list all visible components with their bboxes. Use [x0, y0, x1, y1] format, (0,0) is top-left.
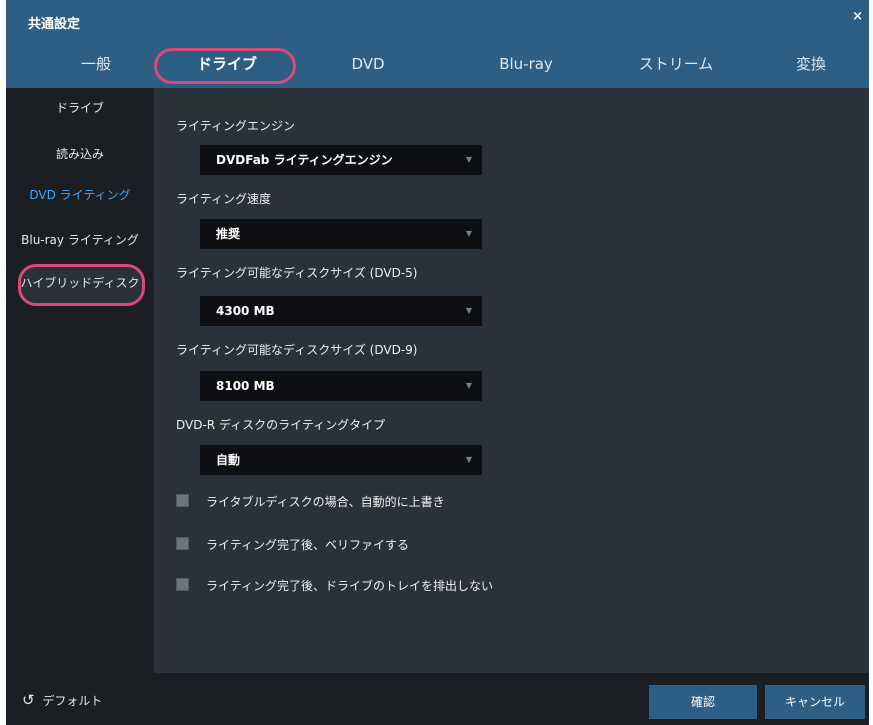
reset-default-button[interactable]: ↺ デフォルト — [22, 691, 102, 709]
tab-convert[interactable]: 変換 — [756, 40, 866, 88]
sidebar-item-reading[interactable]: 読み込み — [6, 134, 154, 174]
ok-button[interactable]: 確認 — [649, 685, 757, 719]
close-icon[interactable]: × — [852, 9, 863, 24]
engine-label: ライティングエンジン — [176, 119, 296, 133]
sidebar-item-bluray-writing[interactable]: Blu-ray ライティング — [6, 220, 154, 260]
tab-stream[interactable]: ストリーム — [606, 40, 746, 88]
dvd5-size-value: 4300 MB — [216, 304, 275, 318]
cancel-button[interactable]: キャンセル — [765, 685, 865, 719]
speed-select[interactable]: 推奨 ▼ — [200, 219, 482, 249]
verify-label: ライティング完了後、ベリファイする — [206, 538, 410, 552]
overwrite-checkbox[interactable] — [176, 494, 189, 507]
engine-value: DVDFab ライティングエンジン — [216, 153, 393, 167]
dialog-footer: ↺ デフォルト 確認 キャンセル — [6, 673, 869, 725]
dropdown-arrow-icon: ▼ — [465, 229, 472, 238]
sidebar: ドライブ 読み込み DVD ライティング Blu-ray ライティング ハイブリ… — [6, 88, 154, 673]
tab-general[interactable]: 一般 — [36, 40, 156, 88]
speed-label: ライティング速度 — [176, 192, 272, 206]
dropdown-arrow-icon: ▼ — [465, 155, 472, 164]
reset-icon: ↺ — [22, 691, 35, 709]
dvd9-size-value: 8100 MB — [216, 379, 275, 393]
no-eject-label: ライティング完了後、ドライブのトレイを排出しない — [206, 579, 494, 593]
sidebar-item-hybrid-disc[interactable]: ハイブリッドディスク — [6, 263, 154, 303]
dropdown-arrow-icon: ▼ — [465, 381, 472, 390]
settings-dialog: 共通設定 × 一般 ドライブ DVD Blu-ray ストリーム 変換 ドライブ… — [6, 0, 869, 725]
settings-panel: ライティングエンジン DVDFab ライティングエンジン ▼ ライティング速度 … — [154, 88, 869, 673]
dropdown-arrow-icon: ▼ — [465, 306, 472, 315]
tab-bluray[interactable]: Blu-ray — [464, 40, 588, 88]
overwrite-label: ライタブルディスクの場合、自動的に上書き — [206, 495, 445, 509]
dvdr-type-value: 自動 — [216, 453, 241, 467]
dialog-title: 共通設定 — [28, 17, 81, 32]
dvdr-type-label: DVD-R ディスクのライティングタイプ — [176, 418, 386, 432]
dvd9-size-select[interactable]: 8100 MB ▼ — [200, 371, 482, 401]
tab-bar: 一般 ドライブ DVD Blu-ray ストリーム 変換 — [6, 40, 869, 88]
dvd5-size-label: ライティング可能なディスクサイズ (DVD-5) — [176, 266, 418, 280]
verify-checkbox[interactable] — [176, 537, 189, 550]
title-bar: 共通設定 × — [6, 0, 869, 40]
tab-dvd[interactable]: DVD — [306, 40, 430, 88]
no-eject-checkbox[interactable] — [176, 578, 189, 591]
engine-select[interactable]: DVDFab ライティングエンジン ▼ — [200, 145, 482, 175]
speed-value: 推奨 — [216, 227, 241, 241]
tab-drive[interactable]: ドライブ — [156, 40, 298, 88]
dvdr-type-select[interactable]: 自動 ▼ — [200, 445, 482, 475]
sidebar-item-drive[interactable]: ドライブ — [6, 88, 154, 128]
dropdown-arrow-icon: ▼ — [465, 455, 472, 464]
sidebar-item-dvd-writing[interactable]: DVD ライティング — [6, 175, 154, 215]
dvd5-size-select[interactable]: 4300 MB ▼ — [200, 296, 482, 326]
reset-default-label: デフォルト — [42, 694, 103, 708]
dvd9-size-label: ライティング可能なディスクサイズ (DVD-9) — [176, 343, 418, 357]
